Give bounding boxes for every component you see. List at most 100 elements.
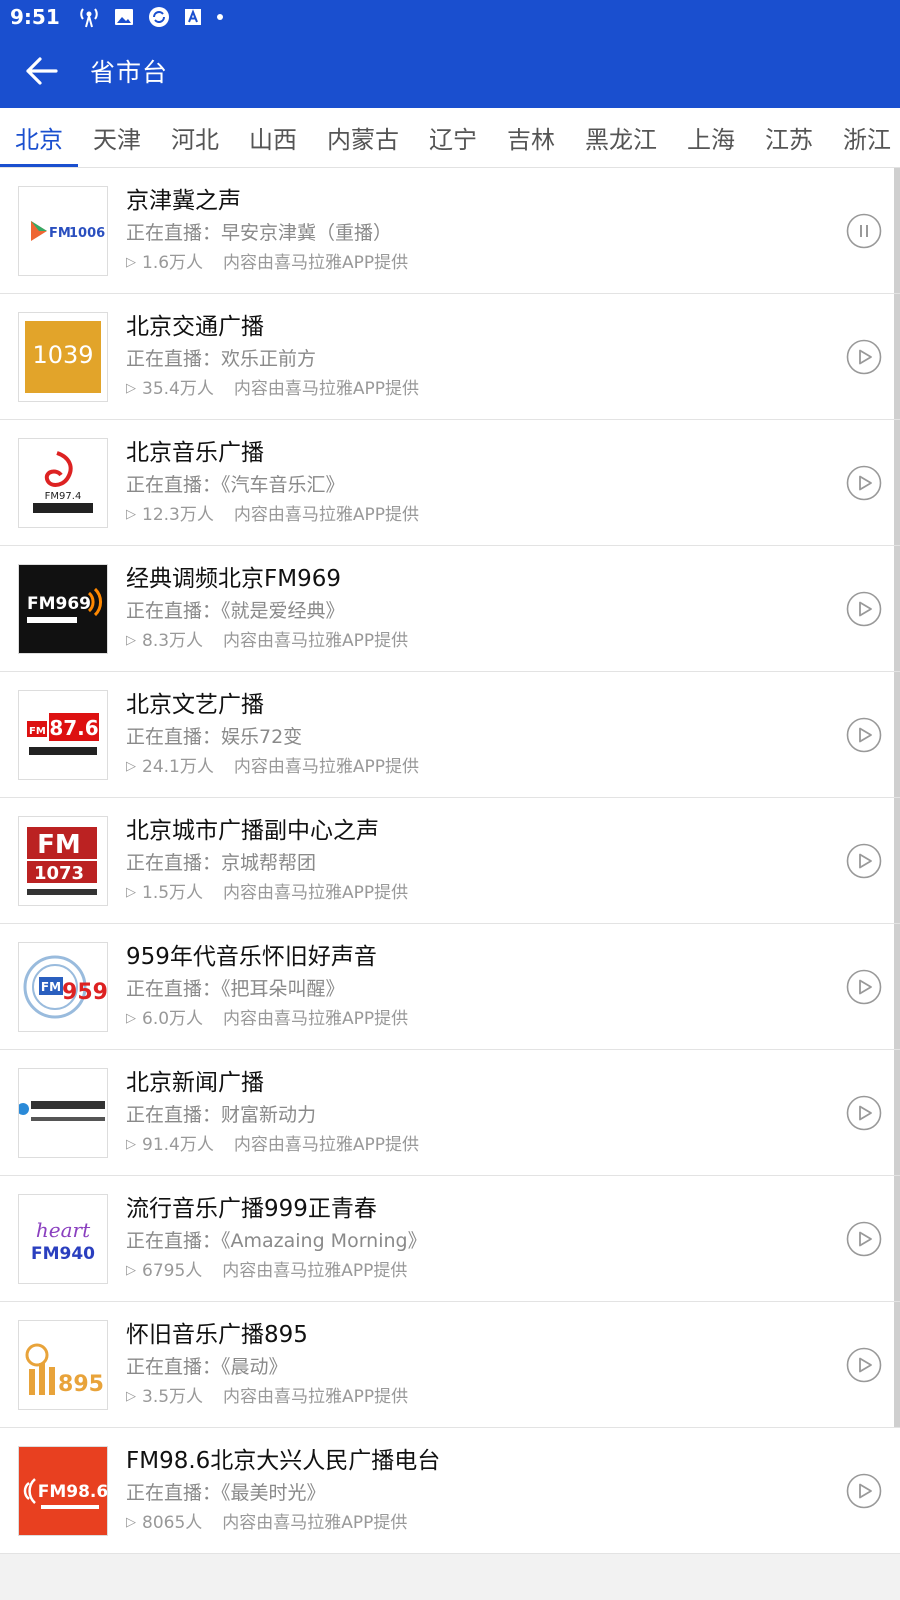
play-button[interactable] — [846, 591, 882, 627]
now-playing: 正在直播：《把耳朵叫醒》 — [126, 977, 345, 1000]
play-button[interactable] — [846, 465, 882, 501]
station-name: 经典调频北京FM969 — [126, 565, 341, 592]
station-meta: ▷ 8065人 内容由喜马拉雅APP提供 — [126, 1508, 900, 1538]
listeners-icon: ▷ — [126, 758, 136, 774]
listener-count: 3.5万人 — [142, 1386, 204, 1407]
listener-count: 8065人 — [142, 1512, 203, 1533]
station-logo: FM 1006 — [18, 185, 108, 276]
svg-text:FM: FM — [41, 980, 61, 994]
svg-text:FM97.4: FM97.4 — [45, 491, 82, 502]
svg-text:1039: 1039 — [32, 341, 93, 369]
play-button[interactable] — [846, 969, 882, 1005]
play-button[interactable] — [846, 1221, 882, 1257]
listeners-icon: ▷ — [126, 506, 136, 522]
tab-9[interactable]: 江苏 — [750, 108, 828, 167]
station-meta: ▷ 24.1万人 内容由喜马拉雅APP提供 — [126, 752, 900, 782]
play-circle-icon — [846, 843, 882, 883]
list-item[interactable]: FM969 经典调频北京FM969 正在直播：《就是爱经典》 ▷ 8.3万人 内容由喜马拉… — [0, 546, 900, 672]
listeners-icon: ▷ — [126, 632, 136, 648]
listeners-icon: ▷ — [126, 1262, 136, 1278]
svg-text:1073: 1073 — [34, 863, 84, 884]
station-logo: FM97.4 — [18, 437, 108, 528]
listeners-icon: ▷ — [126, 1388, 136, 1404]
station-logo: FM 1073 — [18, 815, 108, 906]
tab-6[interactable]: 吉林 — [492, 108, 570, 167]
tab-8[interactable]: 上海 — [672, 108, 750, 167]
now-playing: 正在直播：《就是爱经典》 — [126, 599, 345, 622]
play-button[interactable] — [846, 843, 882, 879]
station-meta: ▷ 6.0万人 内容由喜马拉雅APP提供 — [126, 1004, 900, 1034]
sync-icon — [148, 7, 169, 27]
now-playing: 正在直播：娱乐72变 — [126, 725, 303, 748]
content-source: 内容由喜马拉雅APP提供 — [233, 378, 419, 399]
now-playing: 正在直播：京城帮帮团 — [126, 851, 317, 874]
listener-count: 35.4万人 — [142, 378, 214, 399]
list-item[interactable]: FM98.6 FM98.6北京大兴人民广播电台 正在直播：《最美时光》 ▷ 8065人内… — [0, 1428, 900, 1554]
app-bar: 省市台 — [0, 34, 900, 108]
list-item[interactable]: FM 87.6 北京文艺广播 正在直播：娱乐72变 ▷ 24.1万人 内容由喜马拉雅APP提… — [0, 672, 900, 798]
station-logo: FM 87.6 — [18, 689, 108, 780]
listeners-icon: ▷ — [126, 254, 136, 270]
tab-3[interactable]: 山西 — [234, 108, 312, 167]
station-meta: ▷ 3.5万人 内容由喜马拉雅APP提供 — [126, 1382, 900, 1412]
pause-button[interactable] — [846, 213, 882, 249]
list-item[interactable]: FM 1006 京津冀之声 正在直播：早安京津冀（重播） ▷ 1.6万人 内容由喜马拉雅AP… — [0, 168, 900, 294]
station-logo: 895 — [18, 1319, 108, 1410]
play-button[interactable] — [846, 1347, 882, 1383]
svg-text:FM969: FM969 — [27, 594, 91, 614]
play-circle-icon — [846, 969, 882, 1009]
list-item[interactable]: FM 959 959年代音乐怀旧好声音 正在直播：《把耳朵叫醒》 ▷ 6.0万人 内容由喜马… — [0, 924, 900, 1050]
content-source: 内容由喜马拉雅APP提供 — [223, 1008, 409, 1029]
tab-2[interactable]: 河北 — [156, 108, 234, 167]
station-meta: ▷ 12.3万人 内容由喜马拉雅APP提供 — [126, 500, 900, 530]
station-logo: FM969 — [18, 563, 108, 654]
svg-text:FM: FM — [37, 830, 81, 860]
content-source: 内容由喜马拉雅APP提供 — [222, 1260, 408, 1281]
status-icons — [78, 6, 224, 28]
listeners-icon: ▷ — [126, 884, 136, 900]
tab-1[interactable]: 天津 — [78, 108, 156, 167]
station-name: 流行音乐广播999正青春 — [126, 1195, 377, 1222]
list-item[interactable]: 北京新闻广播 正在直播：财富新动力 ▷ 91.4万人 内容由喜马拉雅APP提供 — [0, 1050, 900, 1176]
svg-text:895: 895 — [58, 1372, 104, 1397]
page-title: 省市台 — [90, 58, 169, 87]
list-item[interactable]: FM97.4 北京音乐广播 正在直播：《汽车音乐汇》 ▷ 12.3万人 内容由喜马拉雅AP… — [0, 420, 900, 546]
status-bar: 9:51 — [0, 0, 900, 34]
listeners-icon: ▷ — [126, 1514, 136, 1530]
status-time: 9:51 — [10, 5, 60, 29]
play-button[interactable] — [846, 717, 882, 753]
listener-count: 1.6万人 — [142, 252, 204, 273]
now-playing: 正在直播：财富新动力 — [126, 1103, 317, 1126]
list-item[interactable]: 895 怀旧音乐广播895 正在直播：《晨动》 ▷ 3.5万人 内容由喜马拉雅APP提供 — [0, 1302, 900, 1428]
station-logo — [18, 1067, 108, 1158]
font-icon — [184, 9, 201, 25]
tab-7[interactable]: 黑龙江 — [570, 108, 672, 167]
tab-5[interactable]: 辽宁 — [414, 108, 492, 167]
content-source: 内容由喜马拉雅APP提供 — [233, 1134, 419, 1155]
listeners-icon: ▷ — [126, 1010, 136, 1026]
station-logo: FM98.6 — [18, 1445, 108, 1536]
arrow-left-icon — [26, 57, 58, 85]
station-name: 北京新闻广播 — [126, 1069, 264, 1096]
now-playing: 正在直播：《晨动》 — [126, 1355, 288, 1378]
content-source: 内容由喜马拉雅APP提供 — [223, 630, 409, 651]
tab-10[interactable]: 浙江 — [828, 108, 900, 167]
svg-text:FM98.6: FM98.6 — [38, 1482, 107, 1502]
back-button[interactable] — [18, 48, 64, 94]
listener-count: 8.3万人 — [142, 630, 204, 651]
station-logo: heart FM940 — [18, 1193, 108, 1284]
list-item[interactable]: FM 1073 北京城市广播副中心之声 正在直播：京城帮帮团 ▷ 1.5万人 内容由喜马拉雅… — [0, 798, 900, 924]
station-name: FM98.6北京大兴人民广播电台 — [126, 1447, 441, 1474]
station-meta: ▷ 1.6万人 内容由喜马拉雅APP提供 — [126, 248, 900, 278]
tab-4[interactable]: 内蒙古 — [312, 108, 414, 167]
list-item[interactable]: heart FM940 流行音乐广播999正青春 正在直播：《Amazaing Mor… — [0, 1176, 900, 1302]
station-name: 京津冀之声 — [126, 187, 241, 214]
svg-text:FM: FM — [29, 726, 46, 737]
antenna-icon — [80, 8, 98, 28]
play-button[interactable] — [846, 1473, 882, 1509]
play-button[interactable] — [846, 339, 882, 375]
list-item[interactable]: 1039 北京交通广播 正在直播：欢乐正前方 ▷ 35.4万人 内容由喜马拉雅APP提供 — [0, 294, 900, 420]
region-tabs: 北京 天津 河北 山西 内蒙古 辽宁 吉林 黑龙江 上海 江苏 浙江 — [0, 108, 900, 168]
play-button[interactable] — [846, 1095, 882, 1131]
tab-0[interactable]: 北京 — [0, 108, 78, 167]
